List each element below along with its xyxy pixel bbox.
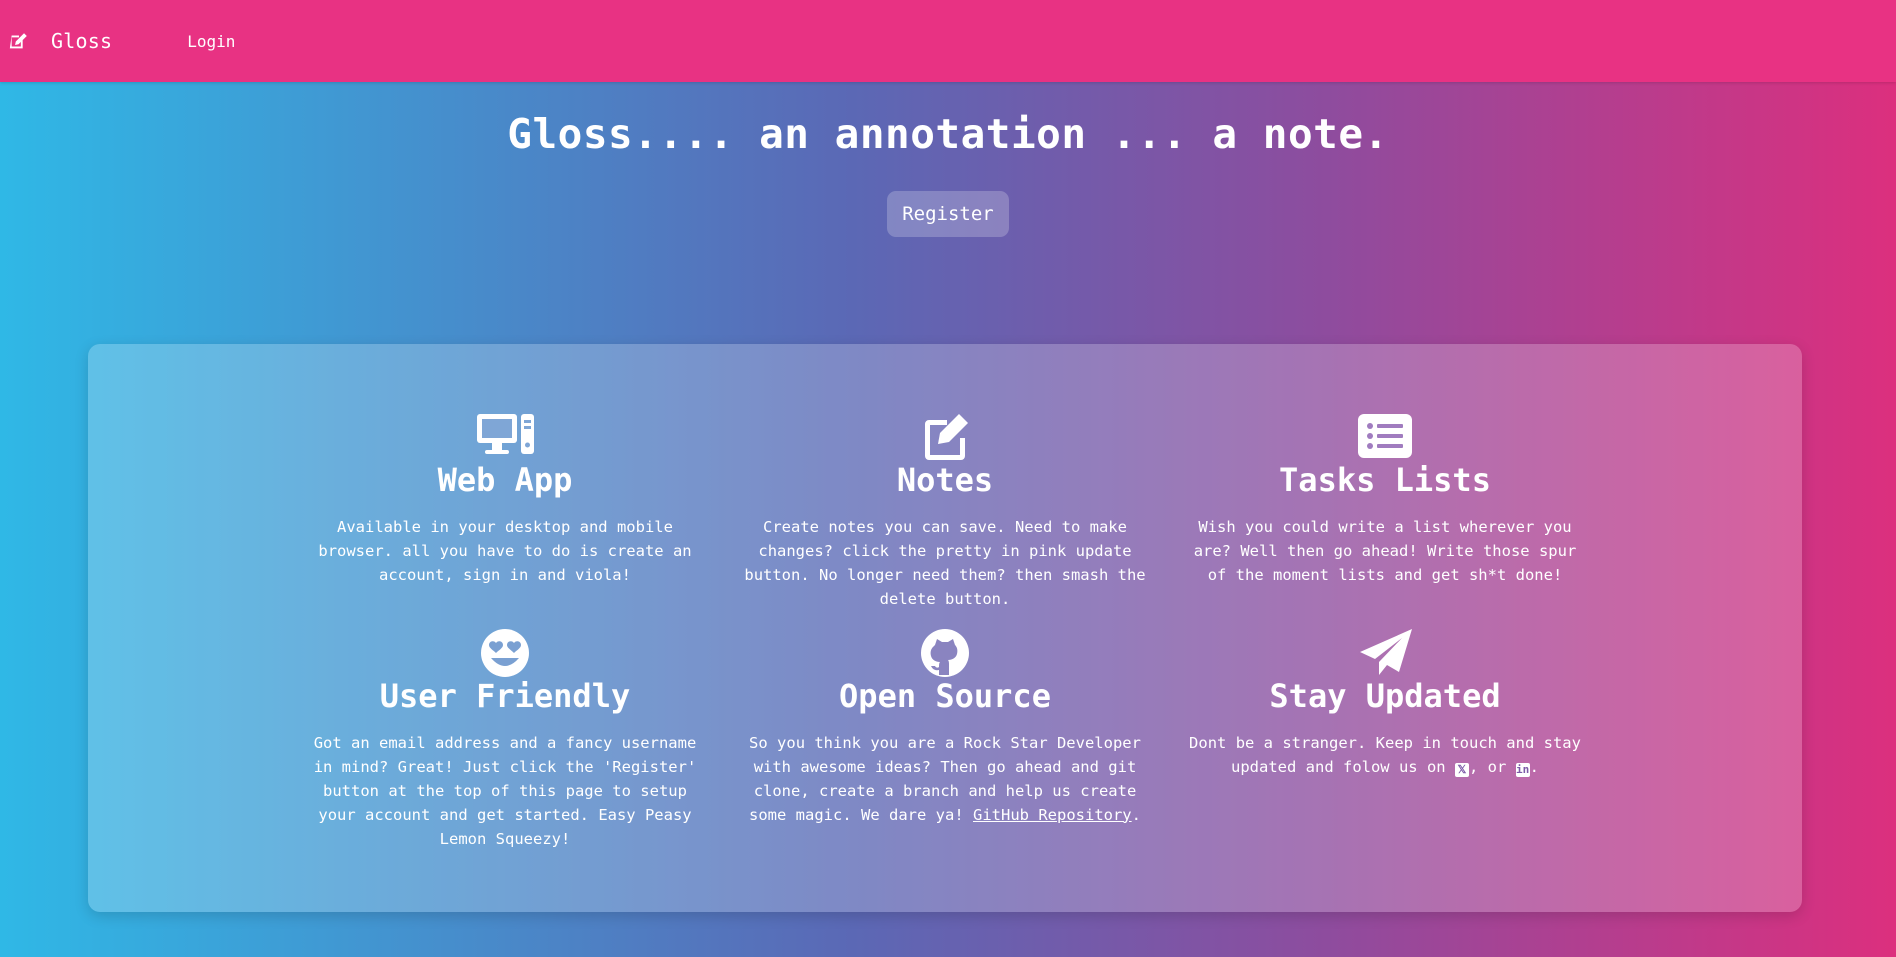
feature-web-app: Web App Available in your desktop and mo… [295, 412, 715, 587]
sentence-end: . [1131, 805, 1141, 824]
feature-text: Wish you could write a list wherever you… [1193, 517, 1577, 584]
feature-text: So you think you are a Rock Star Develop… [740, 731, 1150, 827]
x-link[interactable]: 𝕏 [1454, 762, 1469, 777]
brand-name: Gloss [51, 29, 113, 53]
feature-title: Open Source [839, 677, 1051, 715]
separator-text: , or [1468, 757, 1507, 776]
github-icon [915, 628, 975, 678]
edit-icon [915, 412, 975, 462]
list-icon [1355, 412, 1415, 462]
feature-title: User Friendly [379, 677, 631, 715]
sentence-end: . [1529, 757, 1539, 776]
brand-link[interactable]: Gloss [8, 29, 112, 53]
feature-user-friendly: User Friendly Got an email address and a… [295, 628, 715, 851]
hero: Gloss.... an annotation ... a note. Regi… [0, 82, 1896, 238]
feature-text: Got an email address and a fancy usernam… [313, 733, 697, 848]
register-button[interactable]: Register [887, 191, 1009, 238]
feature-text: Dont be a stranger. Keep in touch and st… [1180, 731, 1590, 779]
feature-tasks-lists: Tasks Lists Wish you could write a list … [1175, 412, 1595, 587]
features-card: Web App Available in your desktop and mo… [88, 344, 1802, 912]
navbar: Gloss Login [0, 0, 1896, 82]
feature-title: Stay Updated [1269, 677, 1501, 715]
feature-title: Notes [896, 461, 994, 499]
heart-eyes-face-icon [475, 628, 535, 678]
desktop-computer-icon [475, 412, 535, 462]
feature-open-source: Open Source So you think you are a Rock … [735, 628, 1155, 827]
feature-title: Web App [437, 461, 573, 499]
page-title: Gloss.... an annotation ... a note. [507, 110, 1389, 158]
feature-stay-updated: Stay Updated Dont be a stranger. Keep in… [1175, 628, 1595, 779]
login-link[interactable]: Login [187, 32, 235, 51]
paper-plane-icon [1355, 628, 1415, 678]
edit-icon [8, 30, 30, 52]
linkedin-link[interactable]: in [1515, 762, 1530, 777]
feature-notes: Notes Create notes you can save. Need to… [735, 412, 1155, 611]
feature-title: Tasks Lists [1279, 461, 1491, 499]
feature-text: Available in your desktop and mobile bro… [318, 517, 692, 584]
feature-text: Create notes you can save. Need to make … [744, 517, 1146, 608]
github-repository-link[interactable]: GitHub Repository [973, 806, 1132, 824]
